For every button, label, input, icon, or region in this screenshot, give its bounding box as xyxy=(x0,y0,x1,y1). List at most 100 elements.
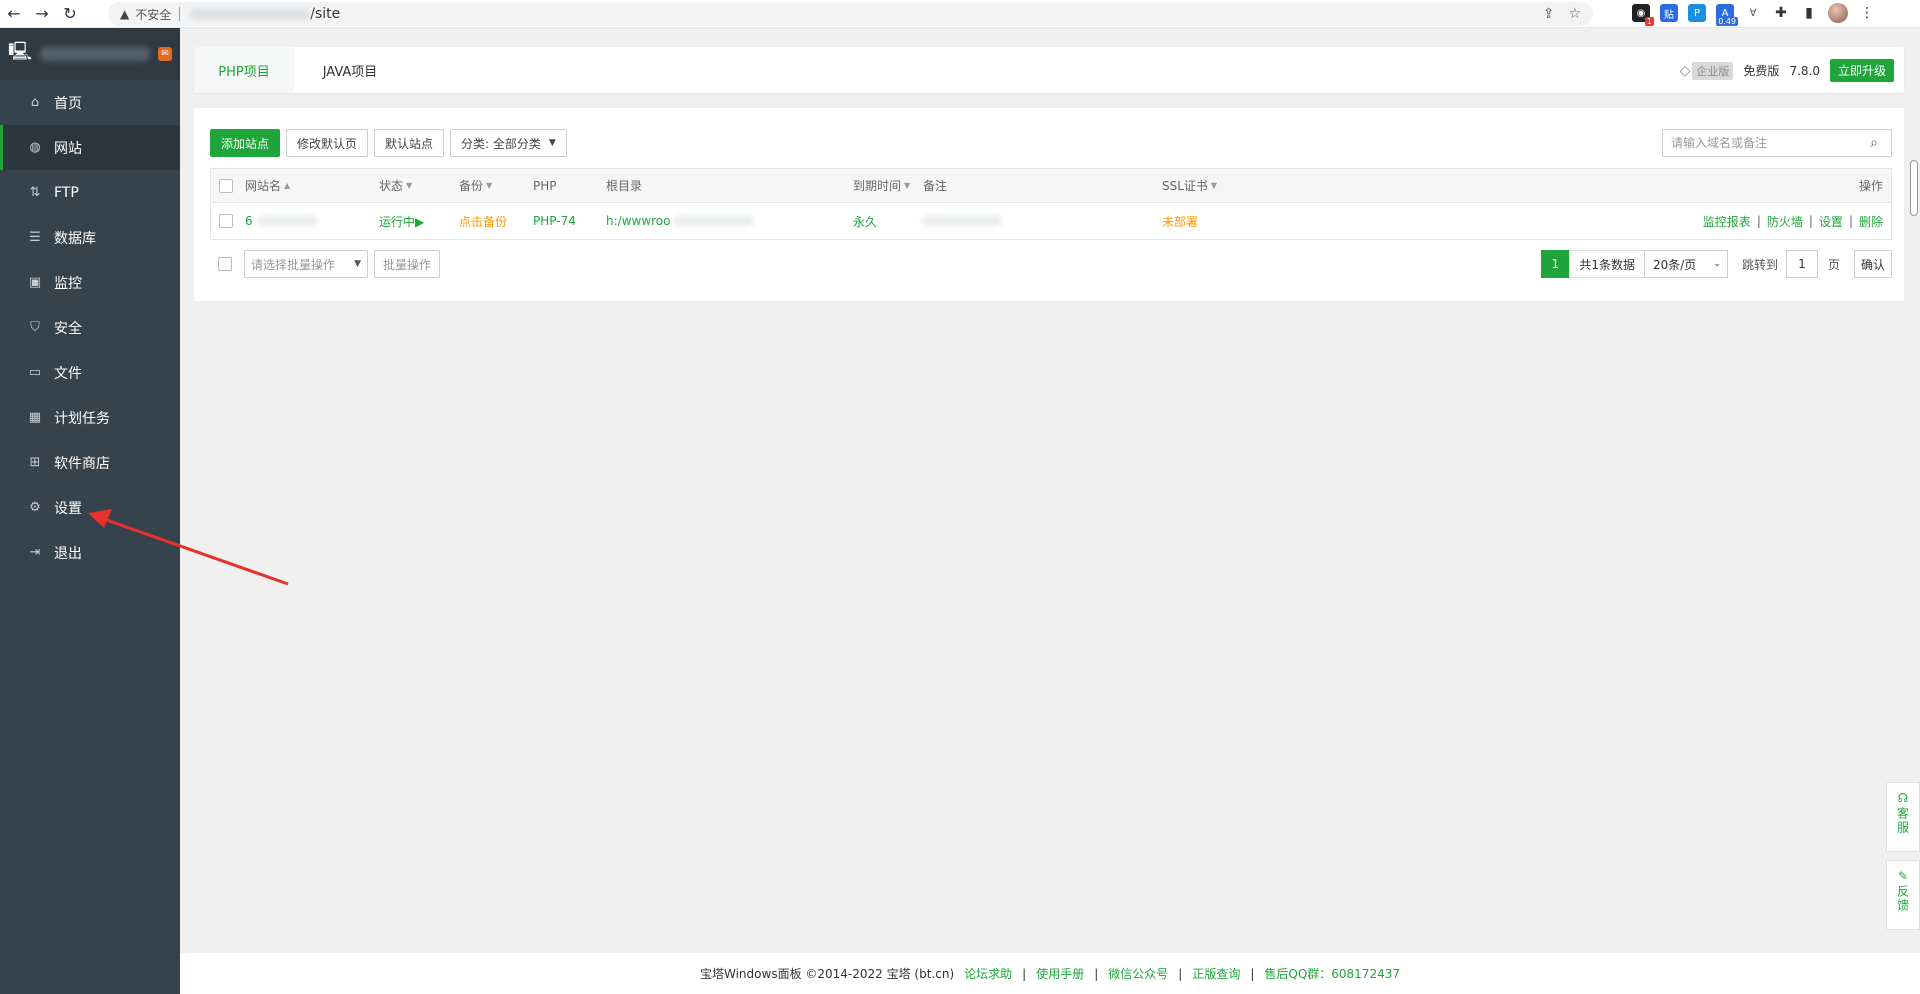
sidepanel-icon[interactable]: ▮ xyxy=(1800,4,1818,22)
monitor-icon: ▣ xyxy=(28,275,42,290)
extension-icon[interactable]: ◉ 1 xyxy=(1632,4,1654,26)
footer-select-all-checkbox[interactable] xyxy=(218,257,232,271)
upgrade-button[interactable]: 立即升级 xyxy=(1829,59,1894,82)
sort-icon: ▼ xyxy=(1210,181,1218,190)
extension-v-icon[interactable]: ∀ xyxy=(1744,4,1762,22)
qq-group-link[interactable]: 售后QQ群：608172437 xyxy=(1264,965,1400,982)
feedback-button[interactable]: ✎ 反馈 xyxy=(1886,860,1920,930)
sidebar-item-10[interactable]: ⇥ 退出 xyxy=(0,530,180,575)
select-all-checkbox[interactable] xyxy=(219,169,233,202)
extension-p-icon[interactable]: P xyxy=(1688,4,1706,22)
col-remark: 备注 xyxy=(923,179,948,193)
php-version-link[interactable]: PHP-74 xyxy=(533,203,576,239)
message-badge-icon[interactable]: ✉ xyxy=(158,47,173,61)
puzzle-icon[interactable]: ✚ xyxy=(1772,4,1790,22)
settings-link[interactable]: 设置 xyxy=(1819,213,1843,230)
address-bar[interactable]: ▲ 不安全 /site ⇪ ☆ xyxy=(108,2,1593,26)
site-toolbar: 添加站点 修改默认页 默认站点 分类: 全部分类 ▼ xyxy=(210,129,567,157)
col-ops: 操作 xyxy=(1858,179,1883,193)
page-number-current[interactable]: 1 xyxy=(1541,250,1570,278)
customer-service-button[interactable]: ☊ 客服 xyxy=(1886,782,1920,852)
more-menu-icon[interactable]: ⋮ xyxy=(1858,4,1876,22)
tab-java-projects[interactable]: JAVA项目 xyxy=(294,47,406,93)
gear-icon: ⚙ xyxy=(29,500,41,515)
delete-link[interactable]: 删除 xyxy=(1859,213,1883,230)
sidebar-item-2[interactable]: ⇅ FTP xyxy=(0,170,180,215)
grid-icon: ⊞ xyxy=(29,455,41,470)
col-backup[interactable]: 备份 ▼ xyxy=(459,169,492,202)
col-status[interactable]: 状态 ▼ xyxy=(379,169,412,202)
address-divider xyxy=(179,7,181,21)
url-path: /site xyxy=(310,6,341,22)
jump-label: 跳转到 xyxy=(1741,257,1778,272)
backup-link[interactable]: 点击备份 xyxy=(459,203,507,239)
manual-link[interactable]: 使用手册 xyxy=(1036,965,1084,982)
expire-value[interactable]: 永久 xyxy=(853,203,877,239)
sidebar-item-label: 监控 xyxy=(54,275,82,292)
profile-avatar[interactable] xyxy=(1828,3,1848,23)
extension-tie-icon[interactable]: 贴 xyxy=(1660,4,1678,22)
bookmark-star-icon[interactable]: ☆ xyxy=(1568,6,1581,22)
sidebar-item-label: 设置 xyxy=(54,500,82,517)
edition-label: 免费版 xyxy=(1743,64,1780,78)
batch-operation-select[interactable]: 请选择批量操作 ▼ xyxy=(244,250,368,278)
sidebar-item-0[interactable]: ⌂ 首页 xyxy=(0,80,180,125)
col-root: 根目录 xyxy=(606,179,643,193)
tab-php-projects[interactable]: PHP项目 xyxy=(194,47,294,93)
default-site-button[interactable]: 默认站点 xyxy=(374,129,445,157)
project-tabbar: PHP项目 JAVA项目 ◇ 企业版 免费版 7.8.0 立即升级 xyxy=(194,47,1904,93)
edit-default-page-button[interactable]: 修改默认页 xyxy=(286,129,369,157)
sort-icon: ▼ xyxy=(406,181,413,190)
sidebar-item-1[interactable]: ◍ 网站 xyxy=(0,125,180,170)
site-table: 网站名 ▲ 状态 ▼ 备份 ▼ PHP 根目录 到期时间 ▼ 备注 SSL证书 ▼ 操作 … xyxy=(210,168,1892,240)
sidebar-item-6[interactable]: ▭ 文件 xyxy=(0,350,180,395)
site-name-link[interactable]: 6 xyxy=(245,203,317,239)
col-expire[interactable]: 到期时间 ▼ xyxy=(853,169,910,202)
batch-operation-button[interactable]: 批量操作 xyxy=(374,250,441,278)
monitor-report-link[interactable]: 监控报表 xyxy=(1703,213,1751,230)
reload-icon[interactable]: ↻ xyxy=(56,0,84,28)
wechat-link[interactable]: 微信公众号 xyxy=(1108,965,1168,982)
sidebar-item-4[interactable]: ▣ 监控 xyxy=(0,260,180,305)
sidebar-item-7[interactable]: ▦ 计划任务 xyxy=(0,395,180,440)
row-checkbox[interactable] xyxy=(219,203,233,239)
root-dir-link[interactable]: h:/wwwroo xyxy=(606,203,753,239)
enterprise-edition[interactable]: ◇ 企业版 xyxy=(1680,61,1734,80)
sidebar-item-8[interactable]: ⊞ 软件商店 xyxy=(0,440,180,485)
sidebar-item-label: 数据库 xyxy=(54,230,96,247)
row-actions: 监控报表 | 防火墙 | 设置 | 删除 xyxy=(1702,213,1883,230)
sidebar: 🖳 ✉ ⌂ 首页 ◍ 网站 ⇅ FTP ☰ 数据库 ▣ 监控 ⛉ 安全 ▭ 文件 ▦ 计划任务 ⊞ 软件商店 ⚙ 设置… xyxy=(0,28,180,994)
ssl-status-link[interactable]: 未部署 xyxy=(1162,203,1198,239)
category-select[interactable]: 分类: 全部分类 ▼ xyxy=(450,129,567,157)
calendar-icon: ▦ xyxy=(28,410,42,425)
add-site-button[interactable]: 添加站点 xyxy=(210,129,281,157)
per-page-select[interactable]: 20条/页 ⌄ xyxy=(1643,250,1728,278)
main-content: PHP项目 JAVA项目 ◇ 企业版 免费版 7.8.0 立即升级 添加站点 修… xyxy=(180,28,1920,994)
sidebar-item-3[interactable]: ☰ 数据库 xyxy=(0,215,180,260)
extension-translate-icon[interactable]: A 0.49 xyxy=(1716,4,1738,26)
back-icon[interactable]: ← xyxy=(0,0,28,28)
search-input[interactable] xyxy=(1663,130,1859,156)
jump-page-input[interactable]: 1 xyxy=(1785,250,1818,278)
forum-link[interactable]: 论坛求助 xyxy=(964,965,1012,982)
col-ssl[interactable]: SSL证书 ▼ xyxy=(1162,169,1217,202)
insecure-label: 不安全 xyxy=(135,7,172,22)
version-label: 7.8.0 xyxy=(1789,63,1820,78)
remark-value[interactable] xyxy=(923,203,1001,239)
share-icon[interactable]: ⇪ xyxy=(1543,6,1555,22)
sidebar-item-5[interactable]: ⛉ 安全 xyxy=(0,305,180,350)
sort-icon: ▼ xyxy=(486,181,493,190)
site-list-card: 添加站点 修改默认页 默认站点 分类: 全部分类 ▼ ⌕ 网站名▲ 状态▼ 备份… xyxy=(194,108,1904,301)
firewall-link[interactable]: 防火墙 xyxy=(1767,213,1803,230)
search-icon[interactable]: ⌕ xyxy=(1859,135,1889,151)
logout-icon: ⇥ xyxy=(29,545,41,560)
license-check-link[interactable]: 正版查询 xyxy=(1192,965,1240,982)
pagination: 1 共1条数据 20条/页 ⌄ 跳转到 1 页 确认 xyxy=(1541,250,1892,278)
sidebar-item-9[interactable]: ⚙ 设置 xyxy=(0,485,180,530)
forward-icon[interactable]: → xyxy=(28,0,56,28)
scrollbar-thumb[interactable] xyxy=(1910,160,1918,216)
site-status[interactable]: 运行中▶ xyxy=(379,203,424,239)
col-site-name[interactable]: 网站名 ▲ xyxy=(245,169,290,202)
jump-confirm-button[interactable]: 确认 xyxy=(1853,250,1892,278)
col-php: PHP xyxy=(533,178,557,193)
